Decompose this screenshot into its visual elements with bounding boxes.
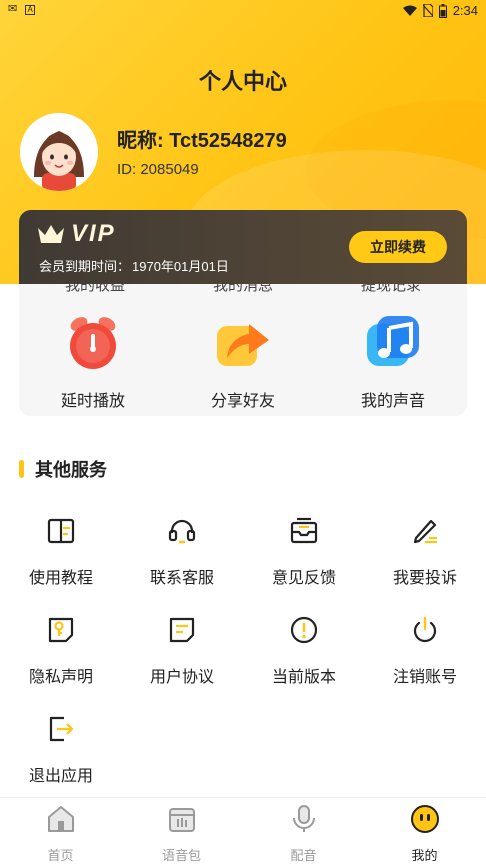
nav-tab-dubbing-label: 配音 (290, 848, 317, 863)
cut-off-feature-row: 我的收益 我的消息 提现记录 (19, 284, 467, 294)
feature-share-friends-label: 分享好友 (210, 393, 275, 410)
power-icon (413, 616, 437, 643)
no-sim-icon (422, 4, 433, 17)
feature-my-voice-label: 我的声音 (360, 393, 425, 410)
service-current-version-label: 当前版本 (271, 669, 336, 686)
nav-tab-mine-label: 我的 (411, 848, 438, 863)
service-privacy[interactable]: 隐私声明 (0, 615, 122, 687)
wifi-icon (402, 5, 417, 16)
exit-icon (49, 716, 74, 742)
section-title-other-services: 其他服务 (19, 456, 107, 482)
service-exit-app[interactable]: 退出应用 (0, 714, 122, 786)
feature-share-friends[interactable]: 分享好友 (173, 314, 313, 411)
service-complaint-label: 我要投诉 (392, 570, 457, 587)
headset-icon (168, 519, 196, 544)
info-exclamation-icon (290, 616, 318, 644)
crown-icon (38, 225, 64, 243)
alarm-clock-icon (70, 317, 116, 369)
music-note-icon (367, 316, 419, 366)
service-complaint[interactable]: 我要投诉 (364, 516, 486, 588)
voice-pack-icon (168, 808, 195, 832)
agreement-doc-icon (169, 617, 195, 643)
home-icon (47, 806, 74, 832)
vip-logo-text: VIP (71, 220, 116, 247)
service-tutorial-label: 使用教程 (28, 570, 93, 587)
feature-withdraw-records-label[interactable]: 提现记录 (331, 284, 451, 295)
vip-expire-date: 1970年01月01日 (132, 259, 229, 274)
page-title: 个人中心 (198, 69, 287, 94)
pencil-edit-icon (413, 519, 437, 544)
bottom-nav: 首页 语音包 配音 我的 (0, 797, 486, 864)
feature-my-voice[interactable]: 我的声音 (323, 314, 463, 411)
service-feedback[interactable]: 意见反馈 (243, 516, 365, 588)
status-time: 2:34 (452, 3, 478, 18)
service-exit-app-label: 退出应用 (28, 768, 93, 785)
feedback-inbox-icon (290, 517, 318, 544)
user-id: ID: 2085049 (117, 161, 199, 178)
vip-card: VIP 会员到期时间： 1970年01月01日 立即续费 (19, 210, 467, 284)
vip-expire-info: 会员到期时间： 1970年01月01日 (39, 256, 229, 275)
microphone-icon (292, 805, 315, 832)
vip-expire-label: 会员到期时间： (39, 259, 131, 274)
nav-tab-home[interactable]: 首页 (0, 804, 121, 864)
service-user-agreement-label: 用户协议 (149, 669, 214, 686)
service-feedback-label: 意见反馈 (271, 570, 336, 587)
renew-button[interactable]: 立即续费 (349, 231, 447, 263)
service-customer-support-label: 联系客服 (149, 570, 214, 587)
service-delete-account-label: 注销账号 (392, 669, 457, 686)
nav-tab-voice-pack[interactable]: 语音包 (121, 804, 242, 864)
service-current-version[interactable]: 当前版本 (243, 615, 365, 687)
vip-logo: VIP (37, 220, 116, 248)
service-customer-support[interactable]: 联系客服 (121, 516, 243, 588)
feature-card: 我的收益 我的消息 提现记录 延时播放 分享好友 我的声音 (19, 284, 467, 416)
nav-tab-voice-pack-label: 语音包 (161, 848, 201, 863)
feature-earnings-label[interactable]: 我的收益 (35, 284, 155, 295)
service-privacy-label: 隐私声明 (28, 669, 93, 686)
notification-icon: ✉ (8, 3, 18, 15)
app-notification-icon: A (25, 4, 36, 15)
service-delete-account[interactable]: 注销账号 (364, 615, 486, 687)
section-title-text: 其他服务 (35, 460, 107, 480)
feature-messages-label[interactable]: 我的消息 (183, 284, 303, 295)
nav-tab-dubbing[interactable]: 配音 (243, 804, 364, 864)
nickname: 昵称: Tct52548279 (117, 130, 287, 152)
nav-tab-home-label: 首页 (47, 848, 74, 863)
service-tutorial[interactable]: 使用教程 (0, 516, 122, 588)
feature-delay-play[interactable]: 延时播放 (23, 314, 163, 411)
nav-tab-mine[interactable]: 我的 (364, 804, 485, 864)
share-arrow-icon (217, 324, 269, 366)
profile-face-icon (410, 805, 439, 833)
status-bar: ✉ A 2:34 (0, 0, 486, 22)
girl-avatar-icon (20, 113, 98, 191)
privacy-key-icon (48, 617, 74, 643)
battery-icon (438, 3, 447, 18)
book-icon (47, 518, 75, 544)
service-user-agreement[interactable]: 用户协议 (121, 615, 243, 687)
avatar[interactable] (20, 113, 98, 191)
feature-delay-play-label: 延时播放 (60, 393, 125, 410)
section-accent-bar (19, 460, 24, 478)
